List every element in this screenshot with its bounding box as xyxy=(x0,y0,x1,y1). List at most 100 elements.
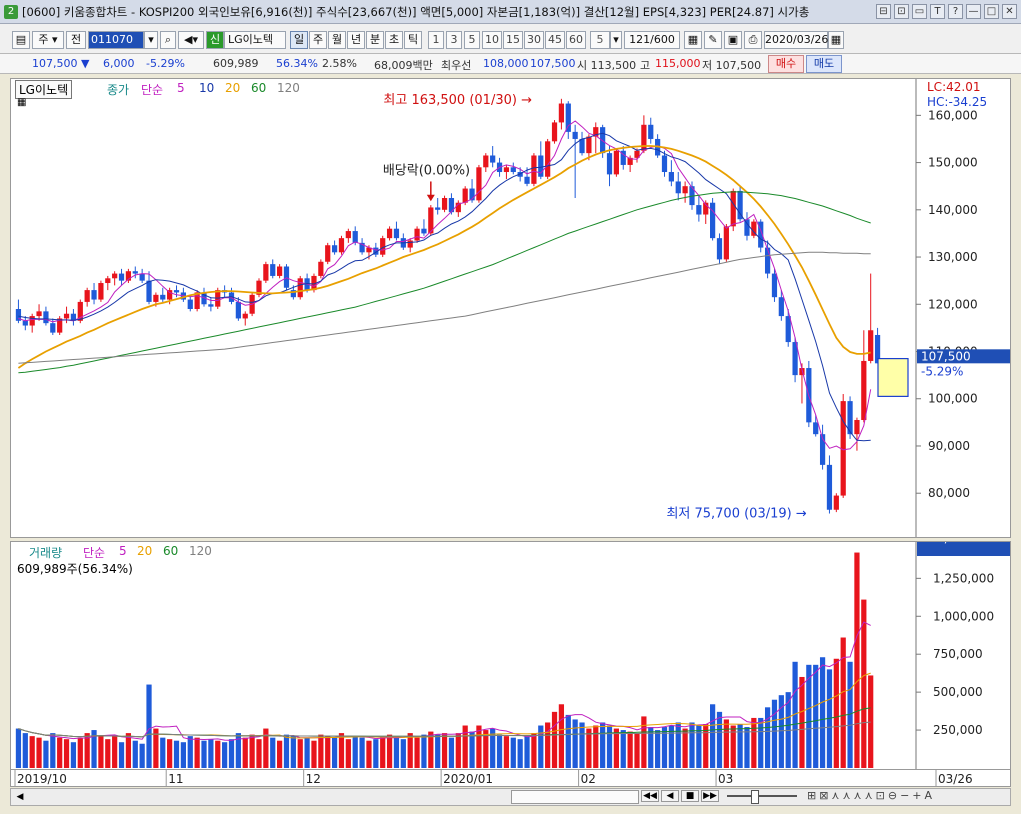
stop-icon[interactable]: ■ xyxy=(681,790,699,802)
rewind-icon[interactable]: ◀◀ xyxy=(641,790,659,802)
play-back-icon[interactable]: ◀ xyxy=(661,790,679,802)
print-icon[interactable]: ⎙ xyxy=(744,31,762,49)
save-icon[interactable]: ▣ xyxy=(724,31,742,49)
minute-15[interactable]: 15 xyxy=(503,31,523,49)
candle-body xyxy=(868,330,874,361)
candle-body xyxy=(112,273,118,279)
period-month[interactable]: 월 xyxy=(328,31,346,49)
window-title: [0600] 키움종합차트 - KOSPI200 외국인보유[6,916(천)]… xyxy=(22,4,810,19)
stock-code-input[interactable]: 011070 xyxy=(88,31,144,49)
candle-body xyxy=(771,273,778,298)
minute-10[interactable]: 10 xyxy=(482,31,502,49)
volume-bar xyxy=(634,733,640,768)
volume-bar xyxy=(641,716,647,768)
grid-icon[interactable]: ▦ xyxy=(684,31,702,49)
current-price-box xyxy=(877,357,909,397)
minute-1[interactable]: 1 xyxy=(428,31,444,49)
period-week[interactable]: 주 xyxy=(309,31,327,49)
volume-bar xyxy=(366,740,372,768)
candle-body xyxy=(441,198,448,210)
volume-bar xyxy=(228,739,235,768)
market-select[interactable]: 주 ▾ xyxy=(32,31,64,49)
layout-icon[interactable]: ⊟ xyxy=(876,4,891,19)
help-button[interactable]: ? xyxy=(948,4,963,19)
volume-bar xyxy=(503,736,510,768)
volume-bar xyxy=(22,733,28,768)
screen-icon[interactable]: ▭ xyxy=(912,4,927,19)
period-year[interactable]: 년 xyxy=(347,31,365,49)
price-change-pct: -5.29% xyxy=(146,57,185,70)
speaker-icon[interactable]: ◀▾ xyxy=(178,31,204,49)
minute-30[interactable]: 30 xyxy=(524,31,544,49)
menu-icon[interactable]: ▤ xyxy=(12,31,30,49)
data-count-field[interactable]: 121/600 xyxy=(624,31,680,49)
scroll-left-icon[interactable]: ◀ xyxy=(13,790,27,804)
date-tick-label: 02 xyxy=(581,772,596,786)
zoom-slider[interactable] xyxy=(727,795,797,797)
candle-body xyxy=(153,294,159,302)
maximize-button[interactable]: □ xyxy=(984,4,999,19)
volume-chart[interactable]: 250,000 500,000 750,000 1,000,000 1,250,000 6… xyxy=(11,531,1010,769)
calendar-icon[interactable]: ▦ xyxy=(828,31,844,49)
price-chart[interactable]: 80,00090,000100,000110,000120,000130,000… xyxy=(11,79,1010,537)
volume-bar xyxy=(771,699,778,768)
candle-body xyxy=(318,261,324,276)
volume-bar xyxy=(50,733,56,768)
minute-45[interactable]: 45 xyxy=(545,31,565,49)
date-field[interactable]: 2020/03/26 xyxy=(764,31,828,49)
scroll-thumb[interactable] xyxy=(511,790,639,804)
search-icon[interactable]: ⌕ xyxy=(160,31,176,49)
minimize-button[interactable]: — xyxy=(966,4,981,19)
font-icon[interactable]: T xyxy=(930,4,945,19)
volume-tick-label: 250,000 xyxy=(933,723,983,737)
interval-value[interactable]: 5 xyxy=(590,31,610,49)
trade-amount: 68,009백만 xyxy=(374,59,433,72)
stock-name-field[interactable]: LG이노텍 xyxy=(224,31,286,49)
chart-scrollbar[interactable]: ◀ ◀◀ ◀ ■ ▶▶ ⊞⊠⋏⋏⋏⋏⊡⊖−+A xyxy=(10,788,1011,806)
buy-button[interactable]: 매수 xyxy=(768,55,804,73)
minute-3[interactable]: 3 xyxy=(446,31,462,49)
volume-bar xyxy=(606,725,613,768)
volume-value: 609,989 xyxy=(213,57,259,70)
candle-body xyxy=(503,167,510,173)
candle-body xyxy=(325,245,331,262)
volume-tick-label: 750,000 xyxy=(933,647,983,661)
candle-body xyxy=(98,283,104,300)
chart-tool-icons[interactable]: ⊞⊠⋏⋏⋏⋏⊡⊖−+A xyxy=(807,789,935,802)
zoom-slider-thumb[interactable] xyxy=(751,790,759,804)
period-minute[interactable]: 분 xyxy=(366,31,384,49)
candle-body xyxy=(132,271,138,274)
candle-body xyxy=(36,311,42,317)
table-icon[interactable]: ▦ xyxy=(17,97,26,108)
interval-dropdown-icon[interactable]: ▾ xyxy=(610,31,622,49)
candle-body xyxy=(386,228,393,239)
period-tick[interactable]: 틱 xyxy=(404,31,422,49)
code-dropdown-icon[interactable]: ▾ xyxy=(144,31,158,49)
period-day[interactable]: 일 xyxy=(290,31,308,49)
volume-bar xyxy=(572,719,578,768)
candle-body xyxy=(764,247,771,274)
volume-bar xyxy=(531,733,537,768)
volume-bar xyxy=(696,725,702,768)
volume-chart-panel[interactable]: 250,000 500,000 750,000 1,000,000 1,250,000 6… xyxy=(10,531,1011,770)
minute-5[interactable]: 5 xyxy=(464,31,480,49)
fast-forward-icon[interactable]: ▶▶ xyxy=(701,790,719,802)
ma20-legend: 20 xyxy=(225,81,241,95)
volume-bar xyxy=(538,725,544,768)
price-chart-panel[interactable]: 80,00090,000100,000110,000120,000130,000… xyxy=(10,78,1011,538)
volume-bar xyxy=(283,734,290,768)
tool-icon[interactable]: ✎ xyxy=(704,31,722,49)
volume-bar xyxy=(139,743,145,768)
period-second[interactable]: 초 xyxy=(385,31,403,49)
volume-bar xyxy=(819,657,826,768)
minute-60[interactable]: 60 xyxy=(566,31,586,49)
link-icon[interactable]: ⊡ xyxy=(894,4,909,19)
volume-bar xyxy=(627,731,633,768)
volume-tick-label: 1,250,000 xyxy=(933,571,994,585)
sell-button[interactable]: 매도 xyxy=(806,55,842,73)
candle-body xyxy=(813,422,819,435)
close-button[interactable]: ✕ xyxy=(1002,4,1017,19)
mode-button[interactable]: 전 xyxy=(66,31,86,49)
volume-bar xyxy=(338,733,345,768)
vol-ma60-legend: 60 xyxy=(163,544,179,558)
